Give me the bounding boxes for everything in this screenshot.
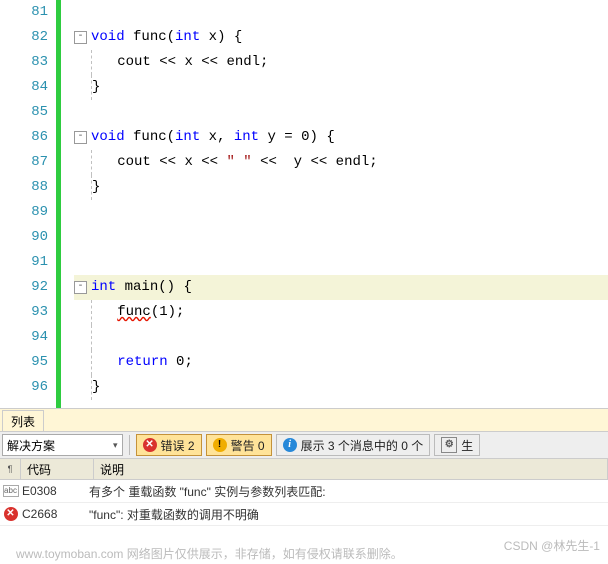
fold-toggle-icon[interactable]: - [74, 281, 87, 294]
line-number: 88 [0, 175, 48, 200]
fold-toggle-icon[interactable]: - [74, 31, 87, 44]
change-marker-column [56, 0, 74, 408]
watermark-author: CSDN @林先生-1 [504, 537, 600, 554]
error-list-toolbar: 解决方案▾ ✕错误 2 !警告 0 i展示 3 个消息中的 0 个 ⚙生 [0, 432, 608, 459]
intellisense-icon: abc [3, 485, 19, 497]
build-filter-button[interactable]: ⚙生 [434, 434, 480, 456]
warning-icon: ! [213, 438, 227, 452]
line-number: 87 [0, 150, 48, 175]
line-number: 83 [0, 50, 48, 75]
messages-filter-button[interactable]: i展示 3 个消息中的 0 个 [276, 434, 431, 456]
filter-icon: ⚙ [441, 437, 457, 453]
line-number: 86 [0, 125, 48, 150]
table-row[interactable]: abc E0308 有多个 重载函数 "func" 实例与参数列表匹配: [0, 480, 608, 503]
line-number: 91 [0, 250, 48, 275]
error-code: E0308 [21, 484, 88, 498]
line-number: 81 [0, 0, 48, 25]
watermark-site: www.toymoban.com 网络图片仅供展示，非存储，如有侵权请联系删除。 [16, 545, 403, 562]
warnings-filter-button[interactable]: !警告 0 [206, 434, 272, 456]
error-code: C2668 [21, 507, 88, 521]
error-icon: ✕ [143, 438, 157, 452]
tab-error-list[interactable]: 列表 [2, 410, 44, 431]
line-number: 96 [0, 375, 48, 400]
line-number: 90 [0, 225, 48, 250]
errors-filter-button[interactable]: ✕错误 2 [136, 434, 202, 456]
line-number: 92 [0, 275, 48, 300]
line-number: 95 [0, 350, 48, 375]
chevron-down-icon: ▾ [113, 440, 118, 451]
scope-dropdown[interactable]: 解决方案▾ [2, 434, 123, 456]
column-header-icon[interactable]: ¶ [0, 459, 21, 479]
column-header-code[interactable]: 代码 [21, 459, 94, 479]
fold-toggle-icon[interactable]: - [74, 131, 87, 144]
line-number: 89 [0, 200, 48, 225]
line-number: 93 [0, 300, 48, 325]
error-description: 有多个 重载函数 "func" 实例与参数列表匹配: [88, 483, 608, 500]
line-number: 82 [0, 25, 48, 50]
error-icon: ✕ [4, 507, 18, 521]
info-icon: i [283, 438, 297, 452]
error-description: "func": 对重载函数的调用不明确 [88, 506, 608, 523]
line-number-gutter: 81 82 83 84 85 86 87 88 89 90 91 92 93 9… [0, 0, 56, 408]
code-area[interactable]: -void func(int x) { cout << x << endl; }… [74, 0, 608, 408]
line-number: 84 [0, 75, 48, 100]
line-number: 94 [0, 325, 48, 350]
code-editor[interactable]: 81 82 83 84 85 86 87 88 89 90 91 92 93 9… [0, 0, 608, 408]
grid-header: ¶ 代码 说明 [0, 459, 608, 480]
table-row[interactable]: ✕ C2668 "func": 对重载函数的调用不明确 [0, 503, 608, 526]
column-header-description[interactable]: 说明 [94, 459, 608, 479]
error-squiggle[interactable]: func [117, 304, 151, 320]
line-number: 85 [0, 100, 48, 125]
